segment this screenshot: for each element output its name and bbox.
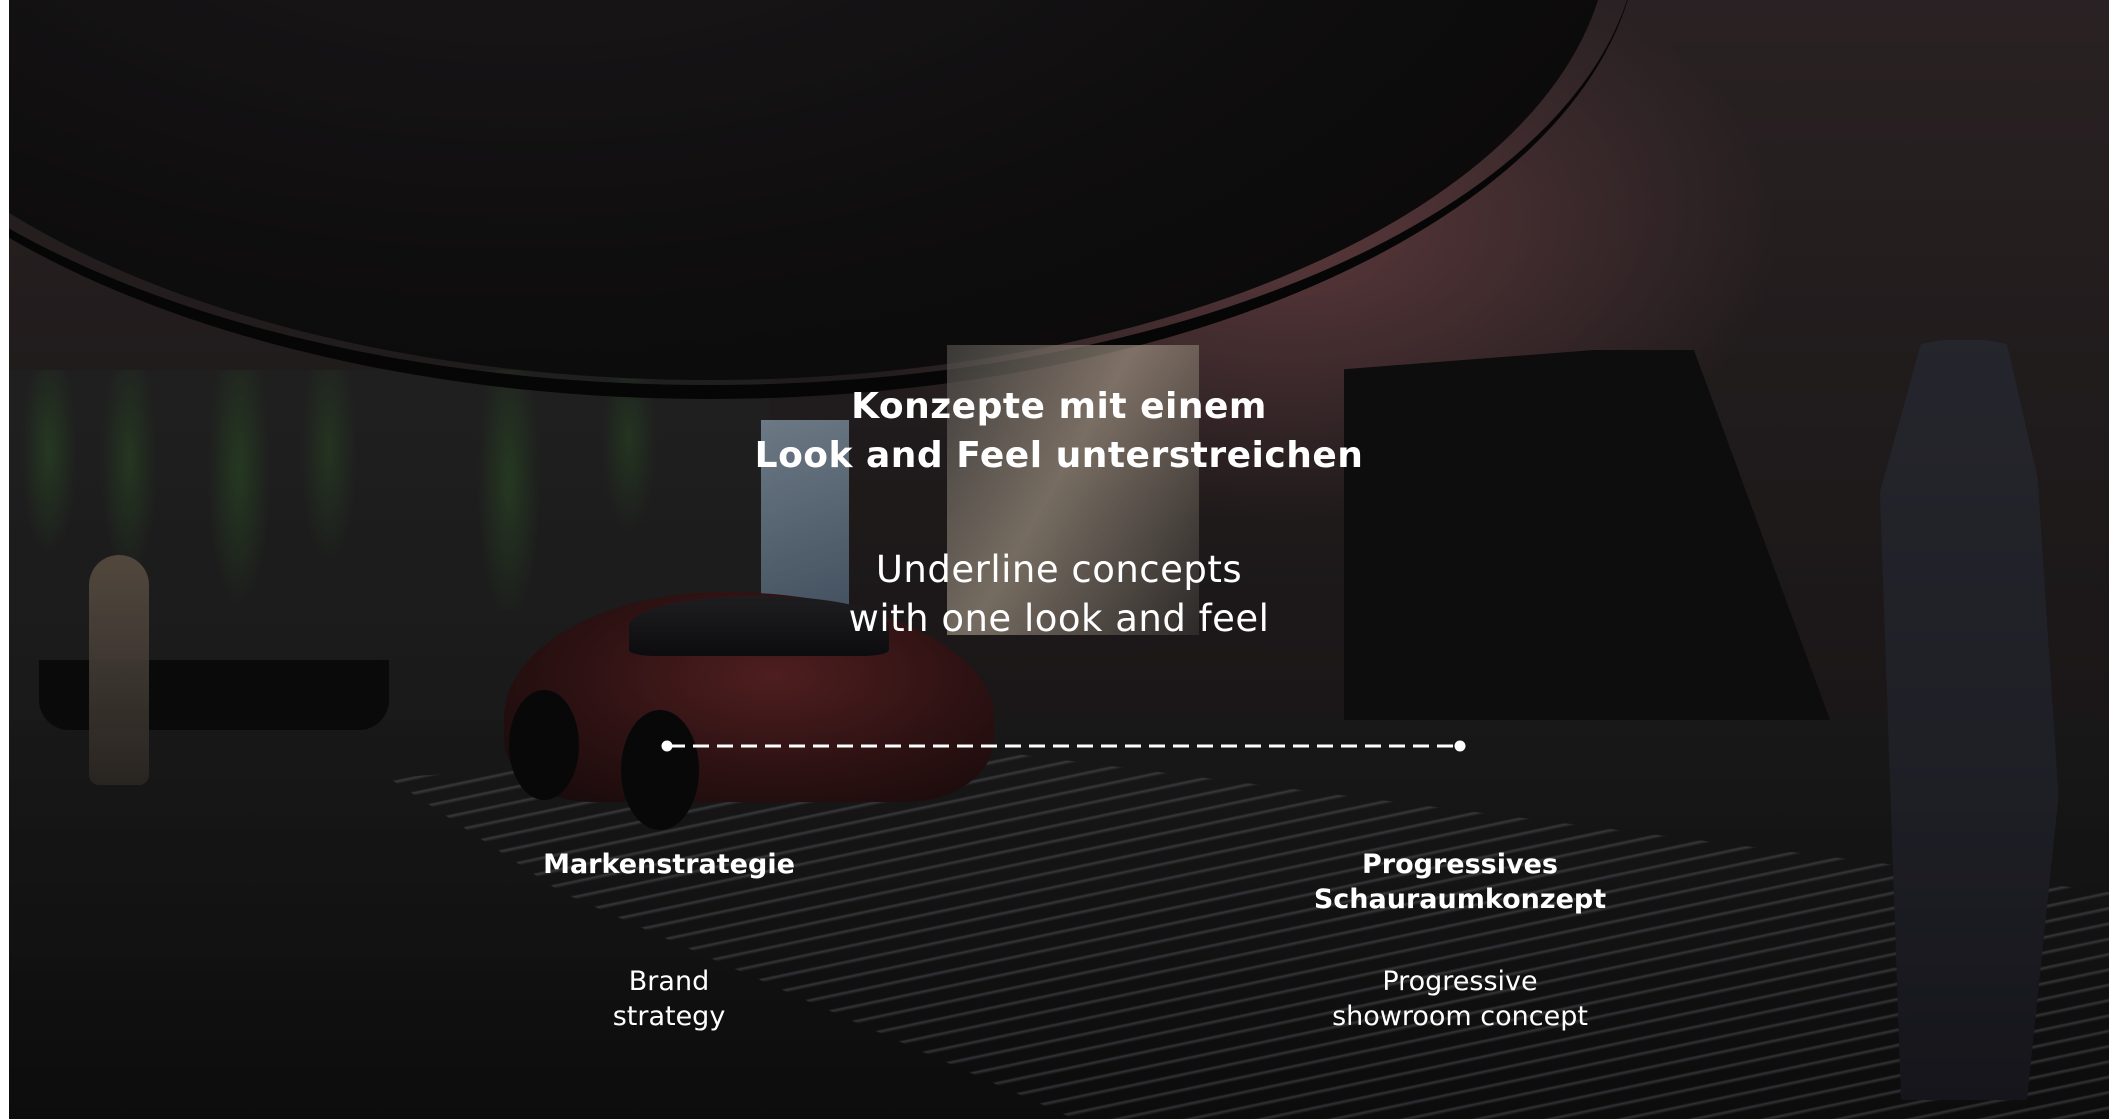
page-title-english-line: Underline concepts — [875, 548, 1243, 591]
node-label-line: Markenstrategie — [543, 849, 795, 880]
slide: Konzepte mit einem Look and Feel unterst… — [9, 0, 2109, 1119]
node-label-brand-strategy-german: Markenstrategie — [469, 847, 869, 882]
page-title-english: Underline concepts with one look and fee… — [9, 545, 2109, 643]
node-label-line: showroom concept — [1332, 1001, 1588, 1032]
node-label-line: strategy — [612, 1001, 726, 1032]
node-label-brand-strategy-english: Brand strategy — [469, 964, 869, 1034]
node-label-line: Progressive — [1382, 966, 1538, 997]
page-title-german-line: Look and Feel unterstreichen — [754, 435, 1364, 476]
page-title-english-line: with one look and feel — [848, 597, 1270, 640]
node-label-showroom-concept-english: Progressive showroom concept — [1260, 964, 1660, 1034]
node-label-line: Progressives — [1362, 849, 1558, 880]
node-label-line: Schauraumkonzept — [1313, 884, 1607, 915]
page-title-german: Konzepte mit einem Look and Feel unterst… — [9, 382, 2109, 480]
node-label-showroom-concept-german: Progressives Schauraumkonzept — [1260, 847, 1660, 917]
node-label-line: Brand — [628, 966, 710, 997]
page-title-german-line: Konzepte mit einem — [851, 386, 1267, 427]
